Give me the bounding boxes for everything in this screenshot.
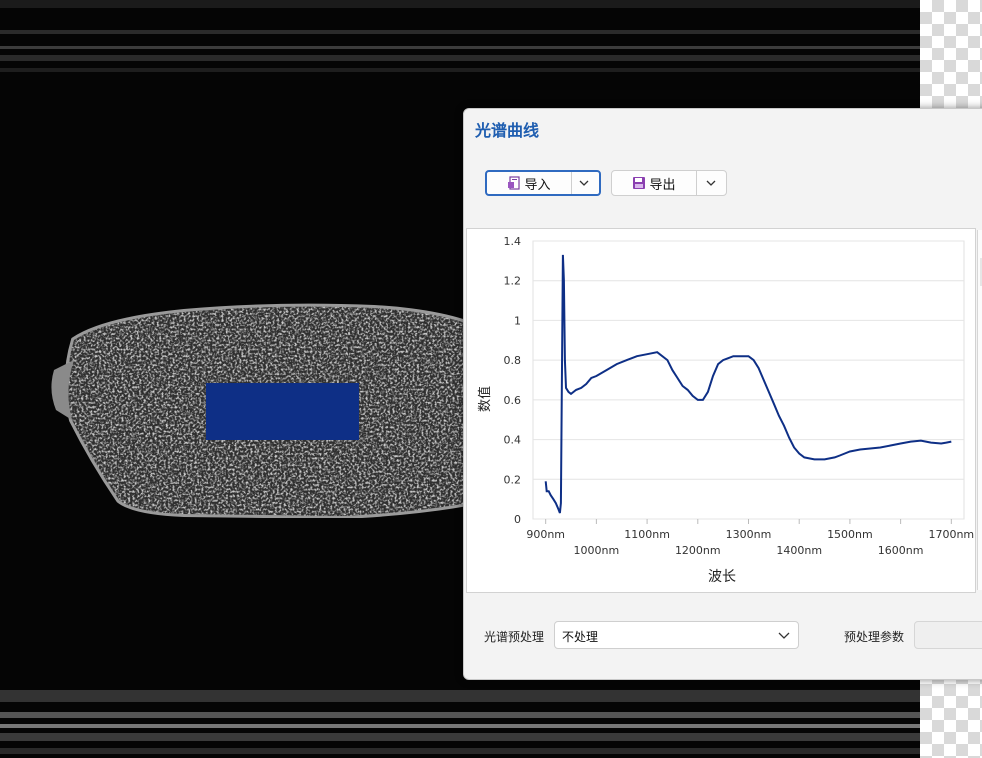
- y-tick-label: 0.6: [504, 394, 522, 407]
- y-tick-label: 0.8: [504, 354, 522, 367]
- scanner-stripe: [0, 724, 920, 728]
- x-tick-label: 1300nm: [726, 528, 772, 541]
- scanner-stripe: [0, 690, 920, 702]
- y-tick-label: 0.2: [504, 473, 522, 486]
- preprocess-label: 光谱预处理: [484, 630, 545, 644]
- import-label: 导入: [524, 177, 551, 193]
- preprocess-param-input[interactable]: [914, 621, 982, 649]
- y-tick-label: 1.2: [504, 275, 522, 288]
- x-tick-label: 1500nm: [827, 528, 873, 541]
- chevron-down-icon: [579, 180, 589, 186]
- y-axis-label: 数值: [477, 386, 493, 412]
- x-tick-label: 900nm: [526, 528, 565, 541]
- spectrum-series-line: [544, 254, 952, 514]
- x-tick-label: 1700nm: [928, 528, 974, 541]
- x-tick-label: 1400nm: [776, 544, 822, 557]
- scanner-stripe: [0, 46, 920, 49]
- chevron-down-icon: [706, 180, 716, 186]
- x-tick-label: 1100nm: [624, 528, 670, 541]
- scanner-stripe: [0, 733, 920, 741]
- chart-side-scrollbar[interactable]: [977, 230, 982, 590]
- y-tick-label: 0.4: [504, 434, 522, 447]
- x-tick-label: 1200nm: [675, 544, 721, 557]
- chevron-down-icon: [778, 632, 790, 639]
- y-tick-label: 0: [514, 513, 521, 526]
- preprocess-param-label: 预处理参数: [844, 630, 905, 644]
- x-tick-label: 1600nm: [878, 544, 924, 557]
- export-button[interactable]: 导出: [612, 171, 696, 195]
- plot-area-frame: [532, 240, 965, 520]
- import-dropdown-toggle[interactable]: [569, 172, 599, 194]
- save-disk-icon: [633, 177, 646, 189]
- scanner-stripe: [0, 30, 920, 34]
- x-axis-label: 波长: [708, 569, 736, 585]
- export-dropdown-toggle[interactable]: [696, 171, 726, 195]
- scanner-stripe: [0, 748, 920, 754]
- y-tick-label: 1: [514, 314, 521, 327]
- preprocess-selected-value: 不处理: [562, 630, 599, 644]
- window-title: 光谱曲线: [475, 121, 540, 140]
- import-split-button[interactable]: 导入: [485, 170, 601, 196]
- spectrum-chart: 0 0.2 0.4 0.6 0.8 1 1.2 1.4 900nm 1000nm 1100nm 12…: [477, 235, 974, 585]
- scanner-stripe: [0, 55, 920, 61]
- preprocess-select[interactable]: 不处理: [554, 621, 799, 649]
- import-file-icon: [508, 176, 521, 190]
- export-label: 导出: [649, 177, 676, 193]
- y-tick-label: 1.4: [504, 235, 522, 248]
- scanner-stripe: [0, 68, 920, 72]
- x-tick-label: 1000nm: [574, 544, 620, 557]
- scanner-stripe: [0, 0, 920, 8]
- spectrum-curve-window: 光谱曲线 导入 导出 0 0.2 0.4 0.6 0.8 1 1.2 1.4 9…: [463, 108, 982, 680]
- spectrum-chart-container: 0 0.2 0.4 0.6 0.8 1 1.2 1.4 900nm 1000nm 1100nm 12…: [466, 228, 976, 593]
- roi-selection-rectangle[interactable]: [206, 383, 359, 440]
- export-split-button[interactable]: 导出: [611, 170, 727, 196]
- scanner-stripe: [0, 712, 920, 718]
- import-button[interactable]: 导入: [487, 172, 571, 194]
